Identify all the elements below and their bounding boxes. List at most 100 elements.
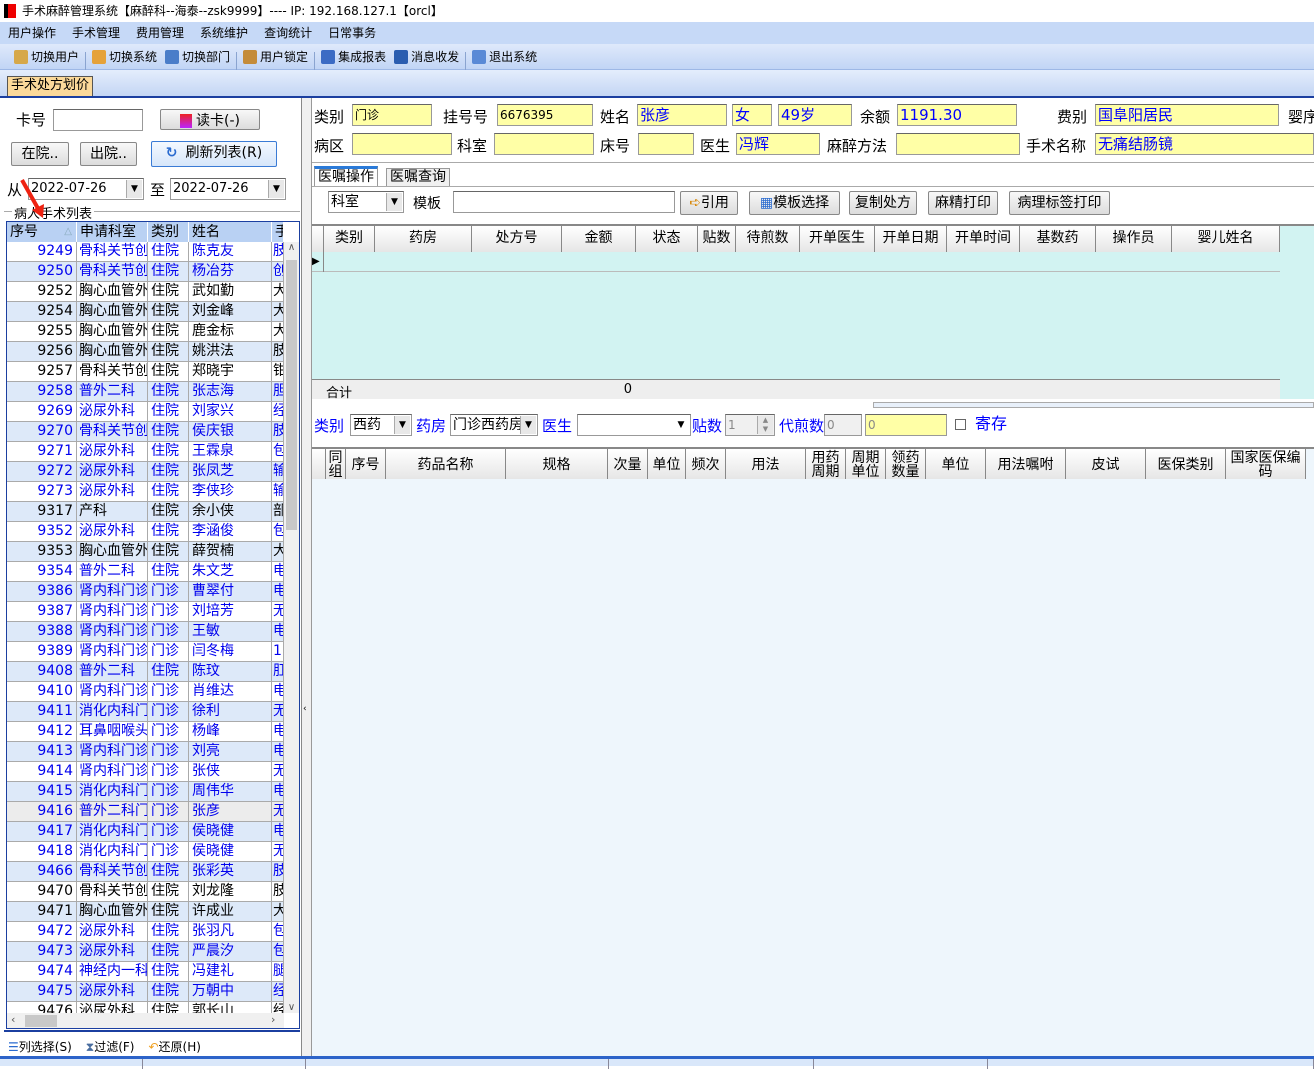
- drug-col-header[interactable]: 领药数量: [886, 449, 926, 479]
- rx-col-header[interactable]: 药房: [375, 226, 472, 252]
- table-row[interactable]: 9271泌尿外科住院王霖泉包: [7, 442, 284, 462]
- anesthesia-field[interactable]: [896, 133, 1020, 155]
- rx-col-header[interactable]: 开单医生: [800, 226, 875, 252]
- table-row[interactable]: 9471胸心血管外住院许成业大: [7, 902, 284, 922]
- drug-col-header[interactable]: 频次: [686, 449, 726, 479]
- table-row[interactable]: 9415消化内科门门诊周伟华电: [7, 782, 284, 802]
- table-row[interactable]: 9269泌尿外科住院刘家兴经: [7, 402, 284, 422]
- rx-col-header[interactable]: 贴数: [698, 226, 736, 252]
- drug-col-header[interactable]: 规格: [506, 449, 608, 479]
- drug-col-header[interactable]: 用药周期: [806, 449, 846, 479]
- table-row[interactable]: 9273泌尿外科住院李侠珍输: [7, 482, 284, 502]
- table-row[interactable]: 9252胸心血管外住院武如勤大: [7, 282, 284, 302]
- drug-col-header[interactable]: 医保类别: [1146, 449, 1226, 479]
- drug-col-header[interactable]: 国家医保编码: [1226, 449, 1306, 479]
- inpatient-button[interactable]: 在院..: [11, 142, 69, 166]
- toolbar-switch-user-button[interactable]: 切换用户: [10, 44, 83, 70]
- type-field[interactable]: 门诊: [352, 104, 432, 126]
- table-row[interactable]: 9388肾内科门诊门诊王敏电: [7, 622, 284, 642]
- table-row[interactable]: 9414肾内科门诊门诊张侠无: [7, 762, 284, 782]
- table-row[interactable]: 9473泌尿外科住院严晨汐包: [7, 942, 284, 962]
- vertical-scrollbar[interactable]: ∧ ∨: [284, 242, 299, 1013]
- table-row[interactable]: 9413肾内科门诊门诊刘亮电: [7, 742, 284, 762]
- drug-col-header[interactable]: 药品名称: [386, 449, 506, 479]
- card-input[interactable]: [53, 109, 143, 131]
- rx-col-header[interactable]: 类别: [324, 226, 375, 252]
- decoct-count-field[interactable]: 0: [824, 414, 862, 436]
- drug-type-select[interactable]: 西药 ▼: [350, 414, 412, 436]
- menu-surgery[interactable]: 手术管理: [64, 22, 128, 44]
- table-row[interactable]: 9317产科住院余小侠部: [7, 502, 284, 522]
- tab-surgery-prescription[interactable]: 手术处方划价: [7, 76, 94, 96]
- toolbar-info-button[interactable]: 消息收发: [390, 44, 463, 70]
- read-card-button[interactable]: 读卡(-): [160, 109, 260, 130]
- table-row[interactable]: 9249骨科关节创住院陈克友肢: [7, 242, 284, 262]
- balance-field[interactable]: 1191.30: [897, 104, 1017, 126]
- narcotic-print-button[interactable]: 麻精打印: [928, 191, 998, 215]
- drug-col-header[interactable]: 同组: [326, 449, 346, 479]
- doses-stepper[interactable]: 1 ▲ ▼: [725, 414, 775, 436]
- menu-query[interactable]: 查询统计: [256, 22, 320, 44]
- rx-col-header[interactable]: 操作员: [1096, 226, 1172, 252]
- dept-field[interactable]: [494, 133, 594, 155]
- col-header-name[interactable]: 姓名: [189, 222, 272, 242]
- table-row[interactable]: 9412耳鼻咽喉头门诊杨峰电: [7, 722, 284, 742]
- table-row[interactable]: 9353胸心血管外住院薛贺楠大: [7, 542, 284, 562]
- horizontal-scrollbar[interactable]: ‹ ›: [7, 1013, 284, 1028]
- table-row[interactable]: 9410肾内科门诊门诊肖维达电: [7, 682, 284, 702]
- table-row[interactable]: 9416普外二科门门诊张彦无: [7, 802, 284, 822]
- table-row[interactable]: 9270骨科关节创住院侯庆银肢: [7, 422, 284, 442]
- table-row[interactable]: 9389 肾内科门诊 门诊 闫冬梅 1: [7, 642, 284, 662]
- restore-button[interactable]: ↶还原(H): [148, 1038, 200, 1055]
- decoct-value-field[interactable]: 0: [865, 414, 947, 436]
- table-row[interactable]: 9470骨科关节创住院刘龙隆肢: [7, 882, 284, 902]
- prescription-empty-row[interactable]: ▶: [312, 252, 1280, 272]
- toolbar-exit-button[interactable]: 退出系统: [468, 44, 541, 70]
- sex-field[interactable]: 女: [732, 104, 772, 126]
- rx-col-header[interactable]: 开单时间: [947, 226, 1020, 252]
- table-row[interactable]: 9257骨科关节创住院郑晓宇钳: [7, 362, 284, 382]
- drug-col-header[interactable]: 单位: [926, 449, 986, 479]
- column-select-button[interactable]: ☰列选择(S): [8, 1038, 72, 1055]
- table-row[interactable]: 9411消化内科门门诊徐利无: [7, 702, 284, 722]
- table-row[interactable]: 9387肾内科门诊门诊刘培芳无: [7, 602, 284, 622]
- table-row[interactable]: 9418消化内科门门诊侯晓健无: [7, 842, 284, 862]
- rx-col-header[interactable]: 金额: [562, 226, 636, 252]
- rx-col-header[interactable]: 基数药: [1020, 226, 1096, 252]
- fee-type-field[interactable]: 国阜阳居民: [1095, 104, 1279, 126]
- toolbar-report-button[interactable]: 集成报表: [317, 44, 390, 70]
- col-header-type[interactable]: 类别: [148, 222, 189, 242]
- chevron-down-icon[interactable]: ▼: [126, 180, 142, 198]
- splitter[interactable]: ‹: [302, 98, 312, 1056]
- ward-field[interactable]: [352, 133, 452, 155]
- toolbar-switch-dept-button[interactable]: 切换部门: [161, 44, 234, 70]
- menu-system[interactable]: 系统维护: [192, 22, 256, 44]
- deposit-checkbox[interactable]: [955, 419, 966, 430]
- chevron-down-icon[interactable]: ▼: [268, 180, 284, 198]
- col-header-surgery[interactable]: 手: [272, 222, 284, 242]
- table-row[interactable]: 9352泌尿外科住院李涵俊包: [7, 522, 284, 542]
- drug-col-header[interactable]: 皮试: [1066, 449, 1146, 479]
- drug-col-header[interactable]: 序号: [346, 449, 386, 479]
- copy-prescription-button[interactable]: 复制处方: [849, 191, 917, 215]
- discharged-button[interactable]: 出院..: [80, 142, 137, 166]
- table-row[interactable]: 9255胸心血管外住院鹿金标大: [7, 322, 284, 342]
- table-row[interactable]: 9256胸心血管外住院姚洪法肢: [7, 342, 284, 362]
- cite-button[interactable]: ➪引用: [680, 191, 738, 215]
- table-row[interactable]: 9258普外二科住院张志海胆: [7, 382, 284, 402]
- rx-col-header[interactable]: 开单日期: [875, 226, 947, 252]
- menu-daily[interactable]: 日常事务: [320, 22, 384, 44]
- pathology-label-print-button[interactable]: 病理标签打印: [1009, 191, 1110, 215]
- col-header-number[interactable]: 序号 △: [7, 222, 77, 242]
- table-row[interactable]: 9417消化内科门门诊侯晓健电: [7, 822, 284, 842]
- template-select-button[interactable]: ▦模板选择: [749, 191, 840, 215]
- table-row[interactable]: 9474神经内一科住院冯建礼腿: [7, 962, 284, 982]
- rx-col-header[interactable]: 状态: [636, 226, 698, 252]
- table-row[interactable]: 9354普外二科住院朱文芝电: [7, 562, 284, 582]
- table-row[interactable]: 9408普外二科住院陈玟肛: [7, 662, 284, 682]
- doctor-field[interactable]: 冯辉: [736, 133, 820, 155]
- table-row[interactable]: 9272泌尿外科住院张凤芝输: [7, 462, 284, 482]
- refresh-list-button[interactable]: ↻ 刷新列表(R): [151, 141, 277, 167]
- drug-col-header[interactable]: 单位: [648, 449, 686, 479]
- table-row[interactable]: 9386肾内科门诊门诊曹翠付电: [7, 582, 284, 602]
